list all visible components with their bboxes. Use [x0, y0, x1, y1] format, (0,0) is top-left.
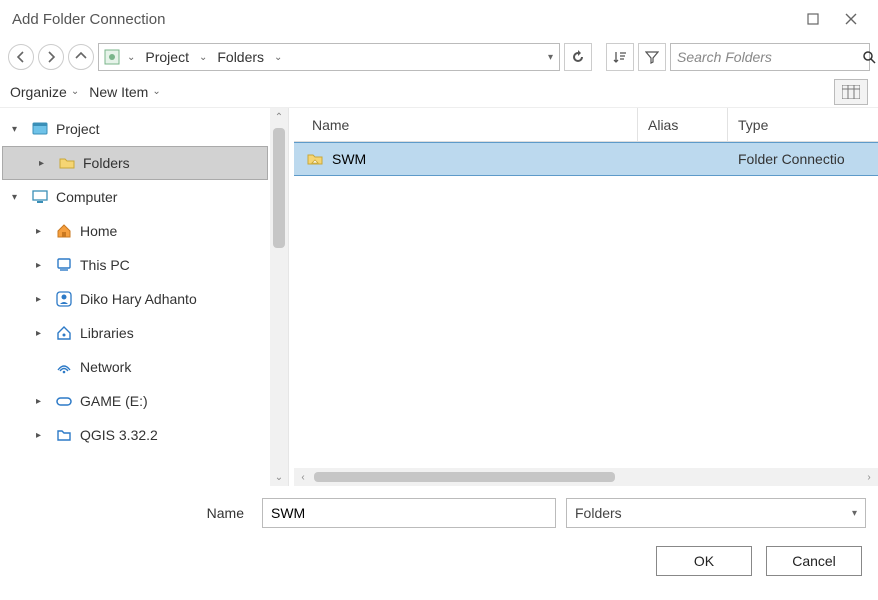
column-name[interactable]: Name [294, 108, 638, 141]
list-cell-type: Folder Connectio [728, 151, 878, 167]
expand-arrow-icon[interactable]: ▸ [36, 260, 48, 271]
folder-icon [57, 153, 77, 173]
forward-icon [45, 51, 57, 63]
pc-icon [54, 255, 74, 275]
search-icon[interactable] [863, 51, 876, 64]
refresh-button[interactable] [564, 43, 592, 71]
up-button[interactable] [68, 44, 94, 70]
chevron-down-icon[interactable]: ⌄ [197, 52, 209, 63]
tree-item-label: This PC [80, 257, 130, 273]
list-body[interactable]: SWM Folder Connectio [294, 142, 878, 468]
tree-item-label: Folders [83, 155, 130, 171]
chevron-down-icon: ⌄ [152, 86, 160, 97]
scrollbar-thumb[interactable] [273, 128, 285, 248]
scroll-right-icon[interactable]: › [860, 472, 878, 483]
tree-item-project[interactable]: ▾ Project [0, 112, 270, 146]
close-icon [845, 13, 857, 25]
column-type[interactable]: Type [728, 108, 878, 141]
tree-item-libraries[interactable]: ▸ Libraries [0, 316, 270, 350]
project-icon [30, 119, 50, 139]
chevron-down-icon: ⌄ [71, 86, 79, 97]
list-row[interactable]: SWM Folder Connectio [294, 142, 878, 176]
list-horizontal-scrollbar[interactable]: ‹ › [294, 468, 878, 486]
sort-button[interactable] [606, 43, 634, 71]
breadcrumb-bar[interactable]: ⌄ Project ⌄ Folders ⌄ ▾ [98, 43, 560, 71]
filter-icon [645, 50, 659, 64]
new-item-menu[interactable]: New Item ⌄ [89, 84, 161, 100]
tree-item-qgis-3-32-2[interactable]: ▸ QGIS 3.32.2 [0, 418, 270, 452]
breadcrumb-seg-1[interactable]: Folders [213, 49, 268, 65]
window-title: Add Folder Connection [12, 11, 794, 28]
expand-arrow-icon[interactable]: ▾ [12, 192, 24, 203]
scroll-up-icon[interactable]: ⌃ [270, 108, 288, 126]
forward-button[interactable] [38, 44, 64, 70]
view-toggle-button[interactable] [834, 79, 868, 105]
expand-arrow-icon[interactable] [36, 362, 48, 373]
project-icon [103, 48, 121, 66]
tree-item-computer[interactable]: ▾ Computer [0, 180, 270, 214]
columns-view-icon [842, 85, 860, 99]
list-cell-name: SWM [332, 151, 366, 167]
back-icon [15, 51, 27, 63]
list-header: Name Alias Type [294, 108, 878, 142]
refresh-icon [571, 50, 585, 64]
breadcrumb-seg-0[interactable]: Project [141, 49, 193, 65]
expand-arrow-icon[interactable]: ▾ [12, 124, 24, 135]
tree-item-label: Project [56, 121, 100, 137]
column-alias[interactable]: Alias [638, 108, 728, 141]
expand-arrow-icon[interactable]: ▸ [36, 226, 48, 237]
user-icon [54, 289, 74, 309]
computer-icon [30, 187, 50, 207]
home-icon [54, 221, 74, 241]
scroll-left-icon[interactable]: ‹ [294, 472, 312, 483]
filter-button[interactable] [638, 43, 666, 71]
chevron-down-icon[interactable]: ⌄ [125, 52, 137, 63]
organize-menu[interactable]: Organize ⌄ [10, 84, 79, 100]
hscrollbar-thumb[interactable] [314, 472, 615, 482]
tree-item-this-pc[interactable]: ▸ This PC [0, 248, 270, 282]
catalog-tree[interactable]: ▾ Project ▸ Folders ▾ Computer ▸ Home ▸ This PC ▸ D… [0, 108, 270, 486]
tree-item-label: Libraries [80, 325, 134, 341]
expand-arrow-icon[interactable]: ▸ [36, 294, 48, 305]
chevron-down-icon: ▾ [852, 508, 857, 519]
tree-item-folders[interactable]: ▸ Folders [2, 146, 268, 180]
cancel-button[interactable]: Cancel [766, 546, 862, 576]
sort-icon [613, 50, 627, 64]
dropdown-arrow-icon[interactable]: ▾ [546, 52, 555, 63]
tree-item-label: Network [80, 359, 131, 375]
drive-icon [54, 391, 74, 411]
tree-item-label: GAME (E:) [80, 393, 148, 409]
up-icon [75, 51, 87, 63]
expand-arrow-icon[interactable]: ▸ [36, 328, 48, 339]
search-box[interactable]: ⌄ [670, 43, 870, 71]
folder-connection-icon [306, 150, 324, 168]
name-field-label: Name [12, 505, 252, 521]
tree-item-label: QGIS 3.32.2 [80, 427, 158, 443]
ok-button[interactable]: OK [656, 546, 752, 576]
back-button[interactable] [8, 44, 34, 70]
scroll-down-icon[interactable]: ⌄ [270, 468, 288, 486]
filter-type-label: Folders [575, 505, 622, 521]
tree-item-game-e-[interactable]: ▸ GAME (E:) [0, 384, 270, 418]
expand-arrow-icon[interactable]: ▸ [36, 396, 48, 407]
tree-item-diko-hary-adhanto[interactable]: ▸ Diko Hary Adhanto [0, 282, 270, 316]
name-input[interactable] [262, 498, 556, 528]
search-input[interactable] [677, 49, 859, 65]
maximize-icon [807, 13, 819, 25]
chevron-down-icon[interactable]: ⌄ [272, 52, 284, 63]
tree-scrollbar[interactable]: ⌃ ⌄ [270, 108, 288, 486]
expand-arrow-icon[interactable]: ▸ [39, 158, 51, 169]
net-icon [54, 357, 74, 377]
tree-item-network[interactable]: Network [0, 350, 270, 384]
tree-item-label: Diko Hary Adhanto [80, 291, 197, 307]
filter-type-select[interactable]: Folders ▾ [566, 498, 866, 528]
expand-arrow-icon[interactable]: ▸ [36, 430, 48, 441]
maximize-button[interactable] [794, 4, 832, 34]
lib-icon [54, 323, 74, 343]
tree-item-label: Home [80, 223, 117, 239]
generic-icon [54, 425, 74, 445]
tree-item-label: Computer [56, 189, 117, 205]
close-button[interactable] [832, 4, 870, 34]
tree-item-home[interactable]: ▸ Home [0, 214, 270, 248]
